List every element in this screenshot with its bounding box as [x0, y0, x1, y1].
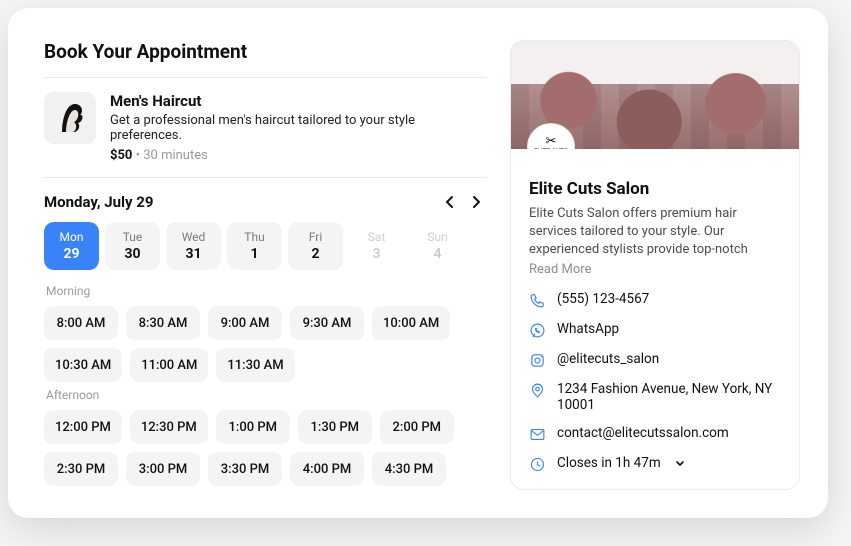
- selected-date-label: Monday, July 29: [44, 193, 154, 211]
- day-number: 2: [311, 246, 319, 262]
- time-slot[interactable]: 2:00 PM: [380, 410, 454, 444]
- email-row[interactable]: contact@elitecutssalon.com: [529, 425, 781, 443]
- instagram-row[interactable]: @elitecuts_salon: [529, 351, 781, 369]
- email-icon: [529, 426, 546, 443]
- morning-slots: 8:00 AM8:30 AM9:00 AM9:30 AM10:00 AM 10:3…: [44, 306, 486, 382]
- service-name: Men's Haircut: [110, 92, 486, 110]
- day-picker: Mon 29 Tue 30 Wed 31 Thu 1 Fri 2 Sat 3 Sun 4: [44, 222, 486, 270]
- time-slot[interactable]: 12:30 PM: [130, 410, 208, 444]
- day-of-week: Fri: [309, 230, 322, 244]
- day-of-week: Mon: [60, 230, 84, 244]
- morning-label: Morning: [46, 284, 486, 298]
- time-slot[interactable]: 4:30 PM: [372, 452, 446, 486]
- divider: [44, 177, 486, 178]
- time-slot[interactable]: 10:00 AM: [372, 306, 450, 340]
- day-option[interactable]: Fri 2: [288, 222, 343, 270]
- instagram-icon: [529, 352, 546, 369]
- hours-text: Closes in 1h 47m: [557, 455, 661, 471]
- day-number: 1: [250, 246, 258, 262]
- clock-icon: [529, 456, 546, 473]
- scissors-icon: ✂︎: [546, 135, 557, 148]
- whatsapp-icon: [529, 322, 546, 339]
- whatsapp-row[interactable]: WhatsApp: [529, 321, 781, 339]
- booking-panel: Book Your Appointment Men's Haircut Get …: [44, 40, 486, 490]
- next-week-button[interactable]: [466, 192, 486, 212]
- service-price: $50: [110, 148, 132, 163]
- divider: [44, 77, 486, 78]
- whatsapp-text: WhatsApp: [557, 321, 619, 337]
- day-option[interactable]: Tue 30: [105, 222, 160, 270]
- time-slot[interactable]: 3:00 PM: [126, 452, 200, 486]
- day-of-week: Sun: [427, 230, 447, 244]
- day-number: 31: [185, 246, 201, 262]
- day-option: Sun 4: [410, 222, 465, 270]
- afternoon-label: Afternoon: [46, 388, 486, 402]
- service-duration: 30 minutes: [143, 148, 208, 163]
- address-text: 1234 Fashion Avenue, New York, NY 10001: [557, 381, 781, 413]
- phone-icon: [529, 292, 546, 309]
- day-of-week: Tue: [123, 230, 143, 244]
- page-title: Book Your Appointment: [44, 40, 486, 63]
- day-option[interactable]: Thu 1: [227, 222, 282, 270]
- day-number: 3: [372, 246, 380, 262]
- time-slot[interactable]: 10:30 AM: [44, 348, 122, 382]
- email-text: contact@elitecutssalon.com: [557, 425, 729, 441]
- time-slot[interactable]: 9:30 AM: [290, 306, 364, 340]
- booking-card: Book Your Appointment Men's Haircut Get …: [8, 8, 828, 518]
- phone-row[interactable]: (555) 123-4567: [529, 291, 781, 309]
- day-number: 4: [433, 246, 441, 262]
- instagram-text: @elitecuts_salon: [557, 351, 659, 367]
- afternoon-slots: 12:00 PM12:30 PM1:00 PM1:30 PM2:00 PM 2:3…: [44, 410, 486, 486]
- day-number: 29: [63, 246, 79, 262]
- time-slot[interactable]: 3:30 PM: [208, 452, 282, 486]
- chevron-left-icon: [445, 195, 455, 209]
- day-option: Sat 3: [349, 222, 404, 270]
- business-description: Elite Cuts Salon offers premium hair ser…: [529, 205, 781, 260]
- service-meta: $50 • 30 minutes: [110, 148, 486, 163]
- service-summary: Men's Haircut Get a professional men's h…: [44, 92, 486, 163]
- day-of-week: Thu: [244, 230, 264, 244]
- day-option[interactable]: Mon 29: [44, 222, 99, 270]
- time-slot[interactable]: 11:00 AM: [130, 348, 208, 382]
- time-slot[interactable]: 1:00 PM: [216, 410, 290, 444]
- read-more-link[interactable]: Read More: [529, 262, 781, 277]
- time-slot[interactable]: 1:30 PM: [298, 410, 372, 444]
- time-slot[interactable]: 8:00 AM: [44, 306, 118, 340]
- time-slot[interactable]: 9:00 AM: [208, 306, 282, 340]
- service-description: Get a professional men's haircut tailore…: [110, 113, 486, 143]
- prev-week-button[interactable]: [440, 192, 460, 212]
- time-slot[interactable]: 2:30 PM: [44, 452, 118, 486]
- time-slot[interactable]: 11:30 AM: [216, 348, 294, 382]
- day-option[interactable]: Wed 31: [166, 222, 221, 270]
- day-of-week: Wed: [182, 230, 206, 244]
- chevron-right-icon: [471, 195, 481, 209]
- hours-row[interactable]: Closes in 1h 47m: [529, 455, 781, 473]
- service-image: [44, 92, 96, 144]
- logo-text-1: ELITE CUTS: [534, 149, 568, 150]
- week-nav: [440, 192, 486, 212]
- business-info: Elite Cuts Salon Elite Cuts Salon offers…: [511, 149, 799, 277]
- business-cover-image: ✂︎ ELITE CUTS SALON: [511, 41, 799, 149]
- location-icon: [529, 382, 546, 399]
- business-panel: ✂︎ ELITE CUTS SALON Elite Cuts Salon Eli…: [510, 40, 800, 490]
- dot-separator: •: [132, 148, 143, 163]
- time-slot[interactable]: 4:00 PM: [290, 452, 364, 486]
- date-header: Monday, July 29: [44, 192, 486, 212]
- day-number: 30: [124, 246, 140, 262]
- service-info: Men's Haircut Get a professional men's h…: [110, 92, 486, 163]
- address-row[interactable]: 1234 Fashion Avenue, New York, NY 10001: [529, 381, 781, 413]
- chevron-down-icon: [674, 458, 686, 470]
- business-name: Elite Cuts Salon: [529, 179, 781, 199]
- time-slot[interactable]: 8:30 AM: [126, 306, 200, 340]
- business-logo: ✂︎ ELITE CUTS SALON: [527, 123, 575, 149]
- phone-text: (555) 123-4567: [557, 291, 649, 307]
- time-slot[interactable]: 12:00 PM: [44, 410, 122, 444]
- day-of-week: Sat: [368, 230, 386, 244]
- business-contacts: (555) 123-4567 WhatsApp @elitecuts_salon…: [511, 277, 799, 473]
